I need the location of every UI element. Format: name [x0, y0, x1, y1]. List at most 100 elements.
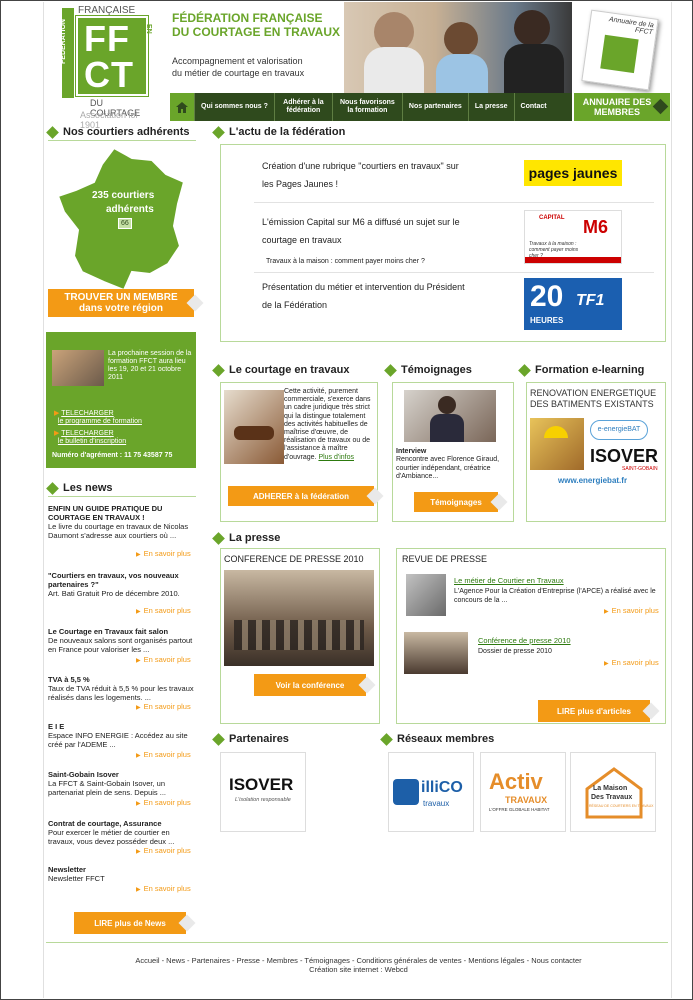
pagesjaunes-logo[interactable]: pages jaunes: [524, 160, 622, 186]
worker-photo: [530, 418, 584, 470]
news-more-link[interactable]: En savoir plus: [136, 798, 191, 807]
news-item[interactable]: Le Courtage en Travaux fait salon De nouv…: [48, 627, 198, 654]
annuaire-small-text: Annuaire de la FFCT: [608, 16, 655, 37]
download-bulletin-link[interactable]: ▶ TELECHARGER le bulletin d'inscription: [54, 430, 126, 446]
trouver-membre-button[interactable]: TROUVER UN MEMBRE dans votre région: [48, 289, 194, 317]
diamond-icon: [212, 363, 225, 377]
diamond-icon: [46, 125, 59, 139]
map-badge: 66: [118, 218, 132, 229]
revue-more-link-2[interactable]: En savoir plus: [604, 658, 659, 667]
courtage-text: Cette activité, purement commerciale, s'…: [284, 388, 371, 461]
temoignages-heading: Témoignages: [384, 363, 472, 377]
presse-heading: La presse: [212, 531, 280, 545]
actu-item-capital-sub: Travaux à la maison : comment payer moin…: [266, 258, 425, 265]
ffct-logo[interactable]: FÉDÉRATION FRANÇAISE FF CT EN TRAVAUX DU…: [58, 4, 154, 130]
france-map[interactable]: 235 courtiers adhérents 66: [54, 146, 194, 296]
diamond-icon: [518, 363, 531, 377]
nav-item-adherer[interactable]: Adhérer à la fédération: [273, 93, 332, 121]
home-icon: [176, 101, 188, 113]
tf1-logo[interactable]: 20 HEURES TF1: [524, 278, 622, 330]
page: FÉDÉRATION FRANÇAISE FF CT EN TRAVAUX DU…: [43, 2, 672, 998]
nav-item-qui-sommes-nous[interactable]: Qui sommes nous ?: [194, 93, 274, 121]
header-title-2: DU COURTAGE EN TRAVAUX: [172, 25, 340, 39]
reseaux-heading: Réseaux membres: [380, 732, 494, 746]
conference-title: CONFERENCE DE PRESSE 2010: [224, 554, 364, 564]
capital-m6-logo[interactable]: CAPITAL M6 Travaux à la maison : comment…: [524, 210, 622, 264]
news-item[interactable]: ENFIN UN GUIDE PRATIQUE DU COURTAGE EN T…: [48, 504, 198, 540]
download-programme-link[interactable]: ▶ TELECHARGER le programme de formation: [54, 410, 142, 426]
elearning-heading: Formation e-learning: [518, 363, 644, 377]
temoignage-photo: [404, 390, 496, 442]
map-label: adhérents: [106, 204, 154, 215]
lire-articles-button[interactable]: LIRE plus d'articles: [538, 700, 650, 722]
conference-photo[interactable]: [224, 570, 374, 666]
gavel-image: [224, 390, 284, 464]
formation-text: La prochaine session de la formation FFC…: [108, 350, 192, 381]
header-tagline-1: Accompagnement et valorisation: [172, 56, 303, 66]
news-more-link[interactable]: En savoir plus: [136, 884, 191, 893]
nav-item-presse[interactable]: La presse: [467, 93, 514, 121]
courtage-heading: Le courtage en travaux: [212, 363, 349, 377]
news-more-link[interactable]: En savoir plus: [136, 750, 191, 759]
footer-credit[interactable]: Création site internet : Webcd: [44, 965, 673, 974]
formation-photo: [52, 350, 104, 386]
main-nav: Qui sommes nous ? Adhérer à la fédératio…: [170, 93, 572, 121]
revue-photo-1: [406, 574, 446, 616]
elearning-heading-text: RENOVATION ENERGETIQUE DES BATIMENTS EXI…: [530, 388, 657, 409]
diamond-icon: [380, 732, 393, 746]
actu-item-capital[interactable]: L'émission Capital sur M6 a diffusé un s…: [262, 213, 472, 249]
trouver-line-2: dans votre région: [79, 303, 163, 314]
adherer-button[interactable]: ADHERER à la fédération: [228, 486, 374, 506]
news-more-link[interactable]: En savoir plus: [136, 702, 191, 711]
actu-item-tf1[interactable]: Présentation du métier et intervention d…: [262, 278, 472, 314]
nav-item-partenaires[interactable]: Nos partenaires: [401, 93, 468, 121]
news-item[interactable]: E I E Espace INFO ENERGIE : Accédez au si…: [48, 722, 198, 749]
courtiers-heading: Nos courtiers adhérents: [46, 125, 190, 139]
footer-links[interactable]: Accueil - News - Partenaires - Presse - …: [44, 956, 673, 965]
news-more-link[interactable]: En savoir plus: [136, 606, 191, 615]
plus-infos-link[interactable]: Plus d'infos: [318, 454, 354, 461]
header-title-1: FÉDÉRATION FRANÇAISE: [172, 11, 323, 25]
revue-more-link-1[interactable]: En savoir plus: [604, 606, 659, 615]
revue-photo-2: [404, 632, 468, 674]
activ-travaux-logo[interactable]: Activ TRAVAUX L'OFFRE GLOBALE HABITAT: [480, 752, 566, 832]
header-tagline-2: du métier de courtage en travaux: [172, 68, 305, 78]
news-item[interactable]: Saint-Gobain Isover La FFCT & Saint-Gobai…: [48, 770, 198, 797]
lire-news-button[interactable]: LIRE plus de News: [74, 912, 186, 934]
nav-item-contact[interactable]: Contact: [513, 93, 553, 121]
diamond-icon: [212, 732, 225, 746]
energiebat-url[interactable]: www.energiebat.fr: [558, 476, 627, 485]
revue-link-2[interactable]: Conférence de presse 2010: [478, 636, 571, 645]
formation-box: La prochaine session de la formation FFC…: [46, 332, 196, 468]
actu-item-pagesjaunes[interactable]: Création d'une rubrique "courtiers en tr…: [262, 157, 462, 193]
news-item[interactable]: TVA à 5,5 % Taux de TVA réduit à 5,5 % po…: [48, 675, 198, 702]
news-more-link[interactable]: En savoir plus: [136, 655, 191, 664]
logo-top-text: FRANÇAISE: [78, 5, 136, 16]
temoignage-label: Interview: [396, 448, 427, 455]
news-item[interactable]: Newsletter Newsletter FFCT: [48, 865, 198, 883]
map-count: 235 courtiers: [92, 190, 155, 201]
news-item[interactable]: Contrat de courtage, Assurance Pour exerc…: [48, 819, 198, 846]
news-more-link[interactable]: En savoir plus: [136, 549, 191, 558]
voir-conference-button[interactable]: Voir la conférence: [254, 674, 366, 696]
annuaire-card[interactable]: Annuaire de la FFCT: [580, 9, 664, 91]
revue-link-1[interactable]: Le métier de Courtier en Travaux: [454, 576, 564, 585]
news-more-link[interactable]: En savoir plus: [136, 846, 191, 855]
isover-elearning-sub: SAINT-GOBAIN: [622, 466, 658, 472]
home-button[interactable]: [170, 93, 194, 121]
isover-elearning-logo: ISOVER: [590, 446, 659, 466]
logo-ct: CT: [84, 54, 134, 95]
diamond-icon: [46, 481, 59, 495]
energiebat-logo: e-energieBAT: [590, 420, 648, 440]
news-item[interactable]: "Courtiers en travaux, vos nouveaux part…: [48, 571, 198, 598]
temoignages-button[interactable]: Témoignages: [414, 492, 498, 512]
isover-partner-logo[interactable]: ISOVER L'isolation responsable: [220, 752, 306, 832]
illico-logo[interactable]: illiCO travaux: [388, 752, 474, 832]
agrement-text: Numéro d'agrément : 11 75 43587 75: [52, 452, 173, 459]
annuaire-button[interactable]: ANNUAIRE DES MEMBRES: [574, 93, 670, 121]
diamond-icon: [212, 531, 225, 545]
actu-heading: L'actu de la fédération: [212, 125, 345, 139]
maison-des-travaux-logo[interactable]: La Maison Des Travaux RÉSEAU DE COURTIER…: [570, 752, 656, 832]
revue-text-2: Dossier de presse 2010: [478, 648, 552, 655]
nav-item-formation[interactable]: Nous favorisons la formation: [331, 93, 402, 121]
